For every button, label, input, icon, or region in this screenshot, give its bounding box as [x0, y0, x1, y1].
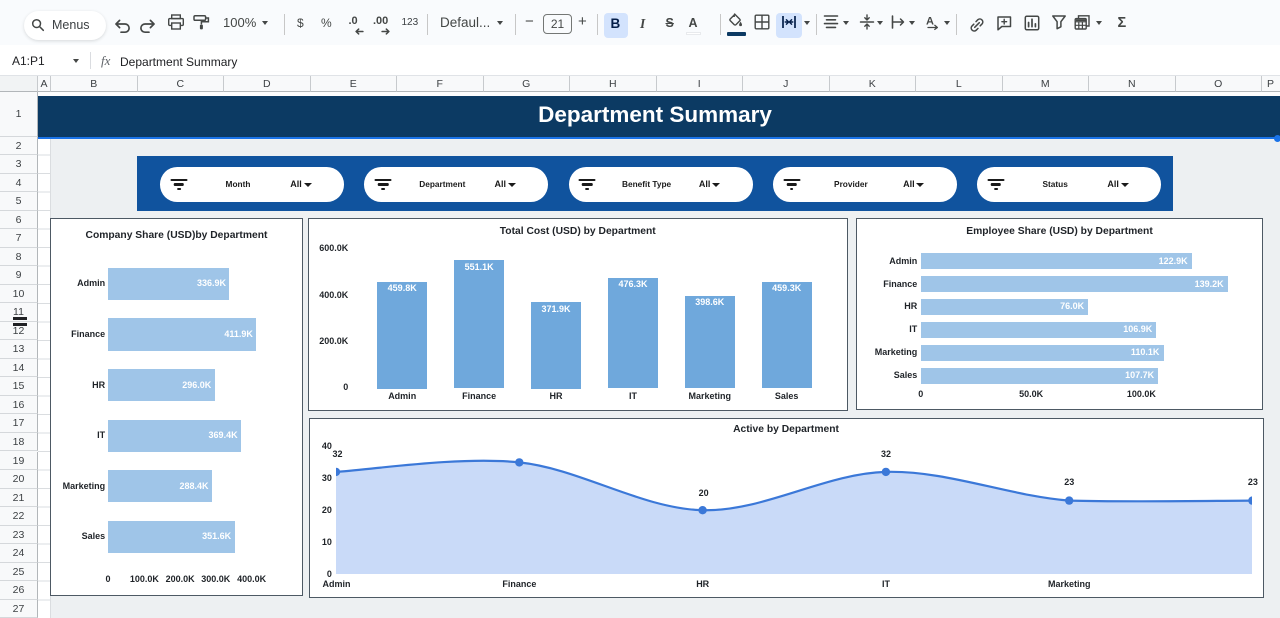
svg-text:A: A [926, 16, 934, 28]
